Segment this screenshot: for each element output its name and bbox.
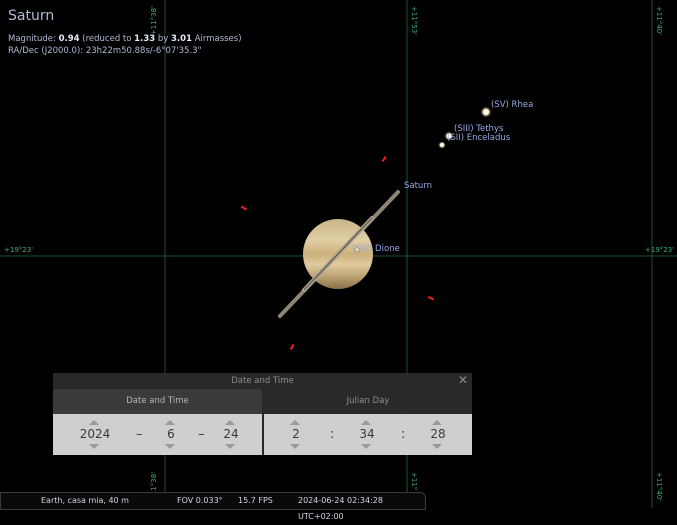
hour-value[interactable]: 2 [266,427,326,441]
magnitude-line: Magnitude: 0.94 (reduced to 1.33 by 3.01… [8,34,242,44]
year-spinner[interactable]: 2024 [65,414,125,455]
label-enceladus: (SII) Enceladus [447,133,511,143]
month-value[interactable]: 6 [141,427,201,441]
moon-enceladus[interactable] [438,141,446,149]
second-up-icon[interactable] [432,420,442,425]
ra-label-bottom-3: +11°40' [655,472,663,502]
second-value[interactable]: 28 [408,427,468,441]
hour-spinner[interactable]: 2 [266,414,326,455]
month-up-icon[interactable] [165,420,175,425]
ra-label-bottom-2: +11° [410,472,418,491]
label-dione: (SIV) Dione [352,244,400,254]
saturn-planet[interactable] [278,190,400,318]
month-down-icon[interactable] [165,444,175,449]
minute-up-icon[interactable] [361,420,371,425]
ra-label-top-2: +11°53' [410,6,418,36]
marker [427,295,435,301]
day-up-icon[interactable] [225,420,235,425]
time-separator: : [401,427,406,442]
status-location[interactable]: Earth, casa mia, 40 m [41,493,129,509]
month-spinner[interactable]: 6 [141,414,201,455]
year-value[interactable]: 2024 [65,427,125,441]
tab-julian-day[interactable]: Julian Day [264,389,472,414]
marker [289,343,295,351]
ra-label-top-3: +11°40' [655,6,663,36]
year-up-icon[interactable] [89,420,99,425]
marker [381,155,387,163]
day-value[interactable]: 24 [201,427,261,441]
status-fps: 15.7 FPS [238,496,273,505]
time-separator: : [330,427,335,442]
time-spinners: 2 : 34 : 28 [264,414,472,455]
status-fov: FOV 0.033° [177,496,223,505]
day-spinner[interactable]: 24 [201,414,261,455]
radec-line: RA/Dec (J2000.0): 23h22m50.88s/-6°07'35.… [8,46,202,56]
dec-label-left: +19°23' [4,246,34,254]
year-down-icon[interactable] [89,444,99,449]
object-name: Saturn [8,8,55,24]
object-info: Saturn Magnitude: 0.94 (reduced to 1.33 … [8,8,242,57]
hour-up-icon[interactable] [290,420,300,425]
label-rhea: (SV) Rhea [491,100,534,110]
label-saturn: Saturn [404,181,433,191]
date-time-dialog: Date and Time ✕ Date and Time Julian Day… [53,373,472,455]
hour-down-icon[interactable] [290,444,300,449]
date-spinners: 2024 – 6 – 24 [53,414,262,455]
close-icon[interactable]: ✕ [457,374,469,386]
minute-spinner[interactable]: 34 [337,414,397,455]
minute-value[interactable]: 34 [337,427,397,441]
status-datetime[interactable]: 2024-06-24 02:34:28 UTC+02:00 [298,493,425,525]
dec-label-right: +19°23' [645,246,675,254]
marker [240,205,248,211]
status-bar: Earth, casa mia, 40 m FOV 0.033° 15.7 FP… [0,492,426,521]
second-spinner[interactable]: 28 [408,414,468,455]
minute-down-icon[interactable] [361,444,371,449]
tab-date-and-time[interactable]: Date and Time [53,389,262,414]
day-down-icon[interactable] [225,444,235,449]
dialog-title: Date and Time [231,376,294,386]
second-down-icon[interactable] [432,444,442,449]
